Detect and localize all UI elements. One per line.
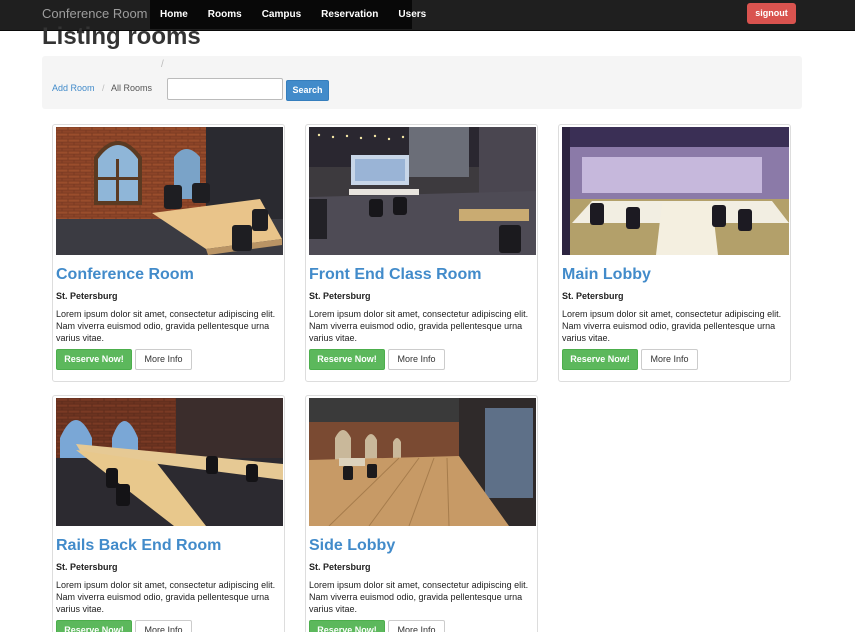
nav-users[interactable]: Users	[388, 0, 436, 29]
room-city: St. Petersburg	[309, 291, 371, 301]
room-title[interactable]: Side Lobby	[309, 537, 395, 555]
reserve-button[interactable]: Reserve Now!	[562, 349, 638, 370]
room-card: Front End Class Room St. Petersburg Lore…	[305, 124, 538, 382]
search-input[interactable]	[167, 78, 283, 100]
more-info-button[interactable]: More Info	[135, 349, 192, 370]
room-title[interactable]: Rails Back End Room	[56, 537, 221, 555]
room-card: Main Lobby St. Petersburg Lorem ipsum do…	[558, 124, 791, 382]
room-photo	[56, 127, 283, 255]
more-info-button[interactable]: More Info	[641, 349, 698, 370]
room-photo	[309, 127, 536, 255]
breadcrumb-separator: /	[102, 83, 105, 93]
room-photo	[562, 127, 789, 255]
room-description: Lorem ipsum dolor sit amet, consectetur …	[56, 309, 276, 343]
room-card: Conference Room St. Petersburg Lorem ips…	[52, 124, 285, 382]
room-city: St. Petersburg	[56, 291, 118, 301]
room-description: Lorem ipsum dolor sit amet, consectetur …	[309, 309, 529, 343]
room-city: St. Petersburg	[562, 291, 624, 301]
reserve-button[interactable]: Reserve Now!	[56, 620, 132, 632]
signout-button[interactable]: signout	[747, 3, 796, 24]
search-button[interactable]: Search	[286, 80, 329, 101]
breadcrumb-add-room[interactable]: Add Room	[52, 83, 95, 93]
room-photo	[56, 398, 283, 526]
more-info-button[interactable]: More Info	[135, 620, 192, 632]
room-card: Side Lobby St. Petersburg Lorem ipsum do…	[305, 395, 538, 632]
room-city: St. Petersburg	[56, 562, 118, 572]
room-title[interactable]: Front End Class Room	[309, 266, 481, 284]
nav-reservation[interactable]: Reservation	[311, 0, 388, 29]
breadcrumb-all-rooms: All Rooms	[111, 83, 153, 93]
room-title[interactable]: Main Lobby	[562, 266, 651, 284]
room-title[interactable]: Conference Room	[56, 266, 194, 284]
more-info-button[interactable]: More Info	[388, 620, 445, 632]
brand-link[interactable]: Conference Room	[42, 6, 148, 21]
reserve-button[interactable]: Reserve Now!	[56, 349, 132, 370]
room-description: Lorem ipsum dolor sit amet, consectetur …	[56, 580, 276, 614]
reserve-button[interactable]: Reserve Now!	[309, 620, 385, 632]
room-card: Rails Back End Room St. Petersburg Lorem…	[52, 395, 285, 632]
room-photo	[309, 398, 536, 526]
toolbar: / Add Room / All Rooms Search	[42, 56, 802, 109]
page-title: Listing rooms	[42, 23, 201, 50]
room-description: Lorem ipsum dolor sit amet, consectetur …	[562, 309, 782, 343]
more-info-button[interactable]: More Info	[388, 349, 445, 370]
stray-separator: /	[161, 59, 164, 70]
room-city: St. Petersburg	[309, 562, 371, 572]
room-description: Lorem ipsum dolor sit amet, consectetur …	[309, 580, 529, 614]
nav-rooms[interactable]: Rooms	[198, 0, 252, 29]
nav-campus[interactable]: Campus	[252, 0, 311, 29]
reserve-button[interactable]: Reserve Now!	[309, 349, 385, 370]
